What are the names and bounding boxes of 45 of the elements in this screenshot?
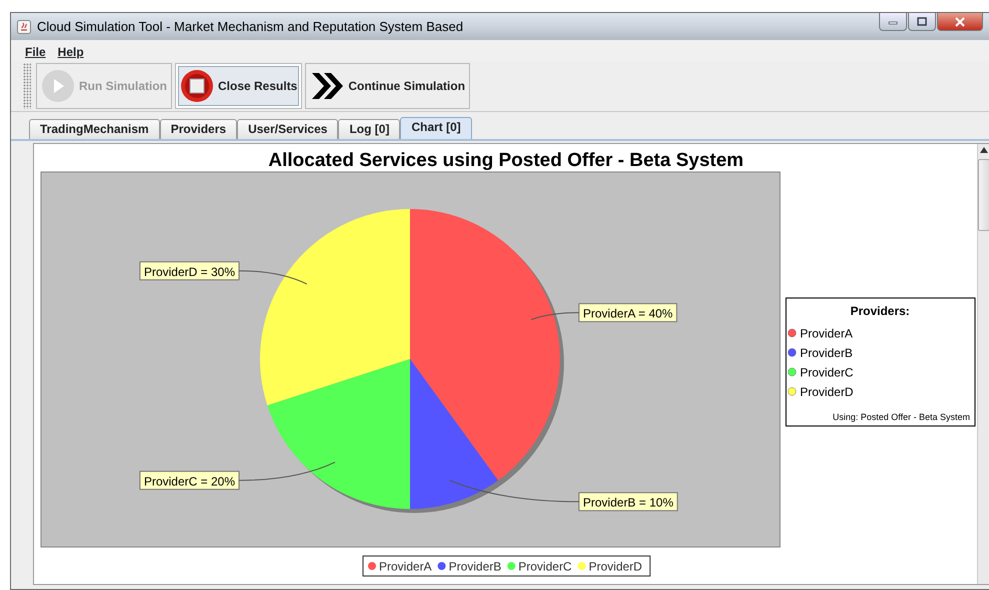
leader-line xyxy=(238,270,308,285)
chart-title: Allocated Services using Posted Offer - Beta System xyxy=(268,150,744,171)
java-icon xyxy=(17,20,31,34)
data-label: ProviderB = 10% xyxy=(578,492,678,512)
data-label: ProviderD = 30% xyxy=(144,264,236,279)
menu-item[interactable]: Help xyxy=(58,43,84,62)
legend-label: ProviderA xyxy=(379,560,432,574)
toolbar-button[interactable]: Continue Simulation xyxy=(305,63,470,110)
double-chevron-icon xyxy=(310,71,344,102)
stop-icon xyxy=(180,69,214,104)
legend-label: ProviderD xyxy=(588,560,642,574)
close-button[interactable] xyxy=(937,13,983,31)
tab[interactable]: Chart [0] xyxy=(400,117,472,139)
data-label: ProviderD = 30% xyxy=(139,261,240,280)
play-icon xyxy=(41,69,75,104)
tab[interactable]: TradingMechanism xyxy=(29,119,160,139)
data-label: ProviderC = 20% xyxy=(139,470,240,490)
legend-label: ProviderC xyxy=(518,560,572,574)
legend-label: ProviderB xyxy=(800,346,853,360)
window-title: Cloud Simulation Tool - Market Mechanism and Reputation System Based xyxy=(37,18,464,36)
maximize-button[interactable] xyxy=(908,13,936,31)
legend-label: ProviderB xyxy=(448,560,502,574)
data-label: ProviderB = 10% xyxy=(583,496,674,510)
minimize-icon xyxy=(888,18,898,24)
data-label: ProviderA = 40% xyxy=(578,303,678,322)
data-label: ProviderA = 40% xyxy=(583,306,674,321)
menu-item[interactable]: File xyxy=(25,43,46,62)
scroll-up-icon[interactable] xyxy=(980,147,988,153)
minimize-button[interactable] xyxy=(879,13,907,31)
leader-line xyxy=(530,312,580,320)
maximize-icon xyxy=(917,17,927,26)
data-label: ProviderC = 20% xyxy=(144,474,236,488)
legend-title: Providers: xyxy=(850,304,910,318)
toolbar-grip[interactable] xyxy=(23,63,31,110)
toolbar-button[interactable]: Close Results xyxy=(175,63,302,110)
close-icon xyxy=(954,16,966,26)
tab[interactable]: Providers xyxy=(160,119,238,139)
tab[interactable]: User/Services xyxy=(237,119,338,139)
legend-label: ProviderD xyxy=(800,385,854,399)
tab[interactable]: Log [0] xyxy=(338,119,400,139)
legend-label: ProviderA xyxy=(800,326,853,340)
scroll-thumb[interactable] xyxy=(978,159,989,231)
legend-label: ProviderC xyxy=(800,366,854,380)
vertical-scrollbar[interactable] xyxy=(977,144,989,584)
legend-note: Using: Posted Offer - Beta System xyxy=(832,412,970,422)
